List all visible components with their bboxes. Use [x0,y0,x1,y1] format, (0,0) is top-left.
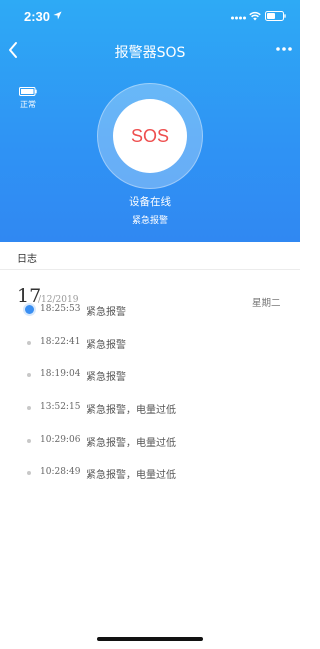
log-title: 日志 [17,254,37,265]
log-entry-text: 紧急报警 [86,340,126,351]
log-entry[interactable]: 10:28:49 紧急报警，电量过低 [0,463,300,483]
page-title: 报警器SOS [114,45,186,61]
timeline-dot [27,406,31,410]
timeline-dot [27,341,31,345]
log-entry-time: 13:52:15 [40,402,81,412]
log-entry-text: 紧急报警，电量过低 [86,470,176,481]
home-indicator[interactable] [97,637,203,641]
device-battery-icon [19,87,37,96]
log-entry-time: 18:19:04 [40,369,81,379]
timeline-dot [27,439,31,443]
device-header: 2:30 报警器SOS 正常 SOS 设备在线 紧急报警 [0,0,300,242]
log-entry[interactable]: 18:22:41 紧急报警 [0,333,300,353]
log-entry-time: 10:29:06 [40,435,81,445]
battery-icon [265,11,286,21]
log-entry-time: 10:28:49 [40,467,81,477]
sos-label: SOS [130,125,169,146]
log-entry[interactable]: 10:29:06 紧急报警，电量过低 [0,431,300,451]
timeline-dot-active [25,305,34,314]
log-entry[interactable]: 18:19:04 紧急报警 [0,365,300,385]
log-entry[interactable]: 13:52:15 紧急报警，电量过低 [0,398,300,418]
log-header: 日志 [0,242,300,270]
screen: 2:30 报警器SOS 正常 SOS 设备在线 紧急报警 日志 17 /12/2… [0,0,300,649]
signal-icon [231,16,246,20]
log-entry-text: 紧急报警，电量过低 [86,405,176,416]
status-time: 2:30 [24,9,51,24]
alarm-status-text: 紧急报警 [131,216,168,226]
log-entry-text: 紧急报警，电量过低 [86,438,176,449]
device-status-text: 设备在线 [129,196,171,208]
log-entry-text: 紧急报警 [86,307,126,318]
timeline-dot [27,373,31,377]
wifi-icon [249,11,261,21]
log-entry-time: 18:22:41 [40,337,81,347]
battery-status-label: 正常 [20,100,36,109]
log-entry-text: 紧急报警 [86,372,126,383]
location-arrow-icon [53,11,62,20]
sos-button[interactable]: SOS [113,99,187,173]
log-entry[interactable]: 18:25:53 紧急报警 [0,300,300,320]
status-bar: 2:30 [0,0,300,32]
more-dots-icon[interactable] [275,44,293,54]
timeline-dot [27,471,31,475]
log-entry-time: 18:25:53 [40,304,81,314]
